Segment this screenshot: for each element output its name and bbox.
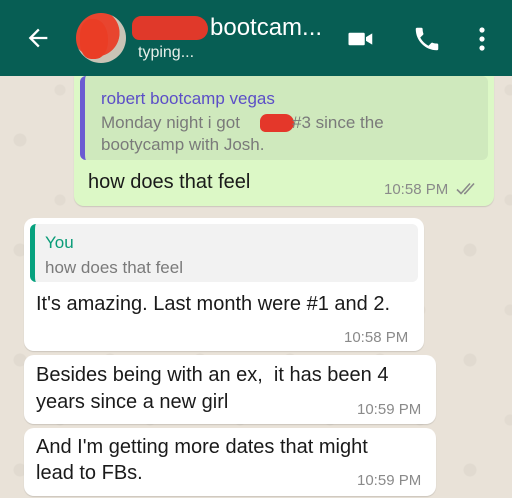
message-time: 10:58 PM: [344, 329, 409, 346]
typing-status: typing...: [138, 44, 195, 61]
message-time: 10:58 PM: [384, 181, 449, 198]
quoted-message[interactable]: You how does that feel: [30, 224, 418, 282]
message-text: It's amazing. Last month were #1 and 2.: [36, 293, 391, 315]
message-text-line-1: Besides being with an ex, it has been 4: [36, 364, 389, 386]
message-text-line-2: lead to FBs.: [36, 462, 143, 484]
incoming-message[interactable]: You how does that feel It's amazing. Las…: [24, 218, 424, 351]
message-text-line-2: years since a new girl: [36, 391, 229, 413]
incoming-message[interactable]: Besides being with an ex, it has been 4 …: [24, 355, 436, 424]
name-redaction: [132, 16, 208, 40]
phone-icon[interactable]: [412, 24, 442, 54]
message-text-line-1: And I'm getting more dates that might: [36, 436, 368, 458]
video-call-icon[interactable]: [346, 24, 376, 54]
quote-redaction: [260, 114, 294, 132]
avatar[interactable]: [76, 13, 126, 63]
message-text: how does that feel: [88, 171, 251, 193]
quote-text: how does that feel: [45, 258, 183, 277]
double-check-icon: [456, 182, 475, 195]
more-vert-icon[interactable]: [470, 24, 494, 54]
message-time: 10:59 PM: [357, 472, 422, 489]
chat-header: bootcam... typing...: [0, 0, 512, 76]
outgoing-message[interactable]: robert bootcamp vegas Monday night i got…: [74, 76, 494, 206]
message-time: 10:59 PM: [357, 401, 422, 418]
quoted-message[interactable]: robert bootcamp vegas Monday night i got…: [80, 76, 488, 160]
quote-author: robert bootcamp vegas: [101, 89, 275, 108]
quote-line-1b: #3 since the: [292, 113, 384, 132]
quote-line-2: bootycamp with Josh.: [101, 135, 265, 154]
quote-line-1a: Monday night i got: [101, 113, 245, 132]
quote-author: You: [45, 233, 74, 252]
back-arrow-icon[interactable]: [24, 24, 52, 52]
incoming-message[interactable]: And I'm getting more dates that might le…: [24, 428, 436, 496]
contact-name[interactable]: bootcam...: [210, 14, 322, 42]
